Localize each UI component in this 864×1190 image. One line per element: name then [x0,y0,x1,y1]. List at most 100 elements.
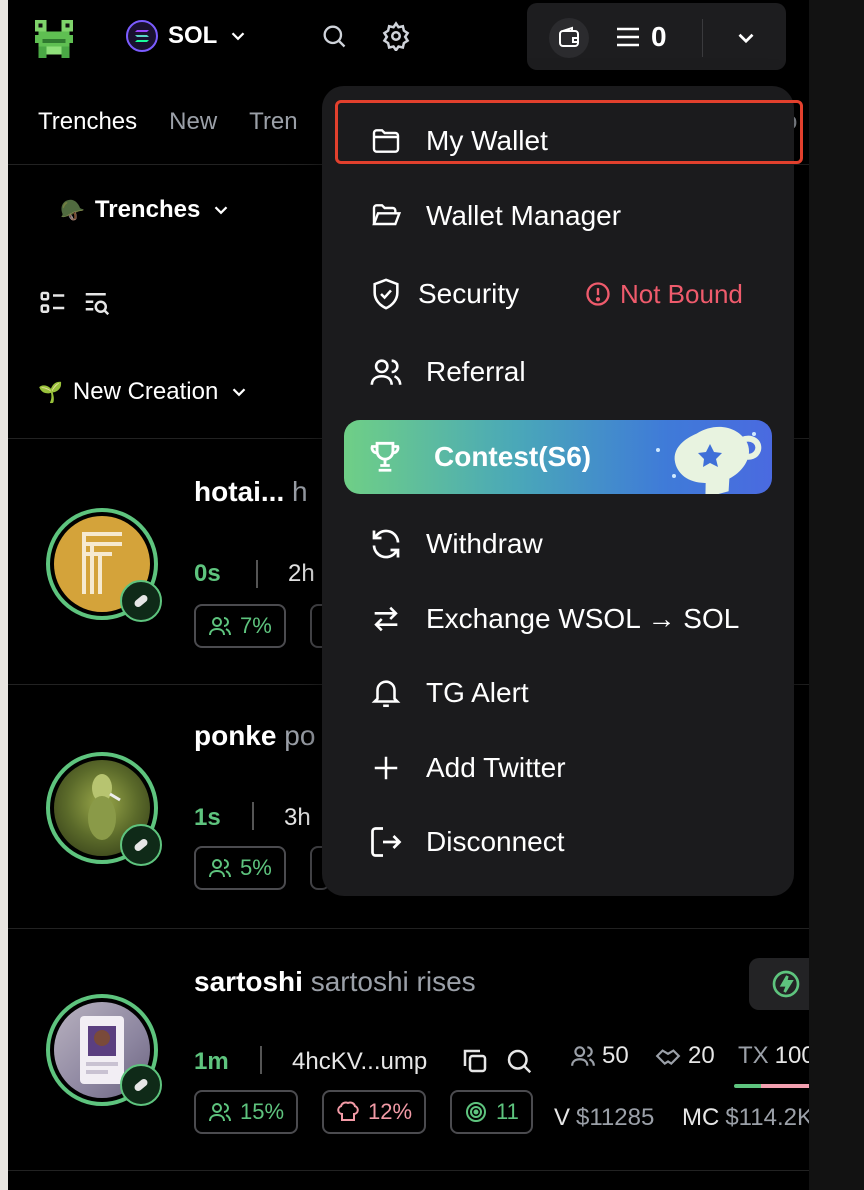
menu-item-label: Referral [426,356,526,387]
buy-sell-bar [734,1084,809,1088]
wallet-icon[interactable] [549,18,589,58]
holders-chip: 7% [194,604,286,648]
tab-trending[interactable]: Tren [249,108,297,136]
menu-item-label: My Wallet [426,125,548,156]
menu-item-tg-alert[interactable]: TG Alert [322,663,794,723]
menu-item-referral[interactable]: Referral [322,342,794,402]
hands-count: 20 [688,1042,715,1069]
wallet-dropdown-menu: My Wallet Wallet Manager Security Not Bo… [322,86,803,896]
search-icon[interactable] [504,1046,534,1076]
wallet-button-group: 0 [527,3,786,70]
alert-circle-icon [586,282,610,306]
right-edge-strip [809,0,864,1190]
folder-icon [366,121,406,161]
volume-label: V [554,1104,571,1131]
security-warning: Not Bound [584,279,743,310]
holders-pct: 5% [240,855,272,880]
mc-value: $114.2K [725,1104,809,1131]
token-name: ponke po [194,720,315,752]
new-creation-dropdown[interactable]: 🌱 New Creation [38,378,250,406]
hands-stat: 20 [654,1042,715,1070]
top-bar: SOL 0 [8,0,809,80]
users-icon [571,1046,595,1066]
chain-selector[interactable]: SOL [126,20,249,52]
token-symbol: ponke [194,720,277,751]
menu-item-wallet-manager[interactable]: Wallet Manager [322,186,794,246]
volume-stat: V $11285 [554,1104,654,1132]
token-meta: 2h [288,560,315,587]
menu-item-exchange[interactable]: Exchange WSOL → SOL [322,589,794,649]
token-name: hotai... h [194,476,308,508]
menu-item-contest[interactable]: Contest(S6) [344,420,772,494]
pill-icon [120,824,162,866]
chevron-down-icon[interactable] [733,25,759,51]
token-name: sartoshi sartoshi rises [194,966,476,998]
handshake-icon [655,1049,681,1065]
separator [260,1046,262,1074]
menu-item-security[interactable]: Security Not Bound [322,264,794,324]
menu-item-label: Disconnect [426,826,565,857]
users-icon [209,617,231,636]
mc-label: MC [682,1104,720,1131]
separator [256,560,258,588]
logout-icon [366,822,406,862]
snipers-count: 11 [496,1099,519,1124]
trenches-dropdown-label: Trenches [94,196,201,223]
wallet-count: 0 [651,21,667,52]
holders-count: 50 [602,1042,629,1069]
chevron-down-icon [214,206,228,215]
gear-icon[interactable] [378,18,414,54]
search-icon[interactable] [316,18,352,54]
menu-item-withdraw[interactable]: Withdraw [322,514,794,574]
filter-search-icon[interactable] [82,288,112,318]
holders-stat: 50 [570,1042,629,1070]
chef-hat-icon [337,1101,359,1121]
tab-new[interactable]: New [169,108,217,136]
menu-item-label: Withdraw [426,528,543,559]
users-icon [209,1103,231,1122]
tx-count: 100 [774,1042,809,1069]
menu-item-label: Contest(S6) [434,441,592,472]
quick-buy-button[interactable] [749,958,809,1010]
menu-item-label: Wallet Manager [426,200,622,231]
users-icon [209,859,231,878]
pill-icon [120,580,162,622]
menu-item-label: TG Alert [426,677,529,708]
chevron-down-icon [233,388,246,397]
token-age: 0s [194,560,221,587]
tab-bar: Trenches New Tren [38,108,298,136]
new-creation-label: New Creation [72,378,219,405]
users-icon [366,352,406,392]
token-meta: 3h [284,804,311,831]
tab-trenches[interactable]: Trenches [38,108,137,136]
pill-icon [120,1064,162,1106]
holders-pct: 15% [240,1099,285,1124]
list-view-icon[interactable] [38,288,68,318]
copy-icon[interactable] [460,1046,490,1076]
menu-item-my-wallet[interactable]: My Wallet [322,111,794,171]
trenches-dropdown[interactable]: 🪖 Trenches [60,196,232,224]
menu-item-disconnect[interactable]: Disconnect [322,812,794,872]
tx-label: TX [738,1042,769,1069]
trophy-icon [366,437,404,480]
lightning-icon [772,970,800,998]
snipers-chip: 11 [450,1090,533,1134]
marketcap-stat: MC $114.2K [682,1104,809,1132]
dev-chip: 12% [322,1090,427,1134]
holders-chip: 5% [194,846,286,890]
trophy-illustration-icon [656,426,762,494]
security-warning-text: Not Bound [620,278,743,309]
bell-icon [366,673,406,713]
token-symbol: sartoshi [194,966,303,997]
tx-stat: TX 100 [738,1042,809,1070]
token-symbol: hotai... [194,476,285,507]
wallet-menu-button[interactable]: 0 [615,21,667,53]
left-edge-strip [0,0,8,1190]
helmet-icon: 🪖 [60,199,85,222]
divider [8,1170,809,1171]
separator [252,802,254,830]
menu-item-add-twitter[interactable]: Add Twitter [322,738,794,798]
contract-address: 4hcKV...ump [292,1048,428,1075]
frog-logo-icon[interactable] [30,16,78,62]
token-age: 1s [194,804,221,831]
